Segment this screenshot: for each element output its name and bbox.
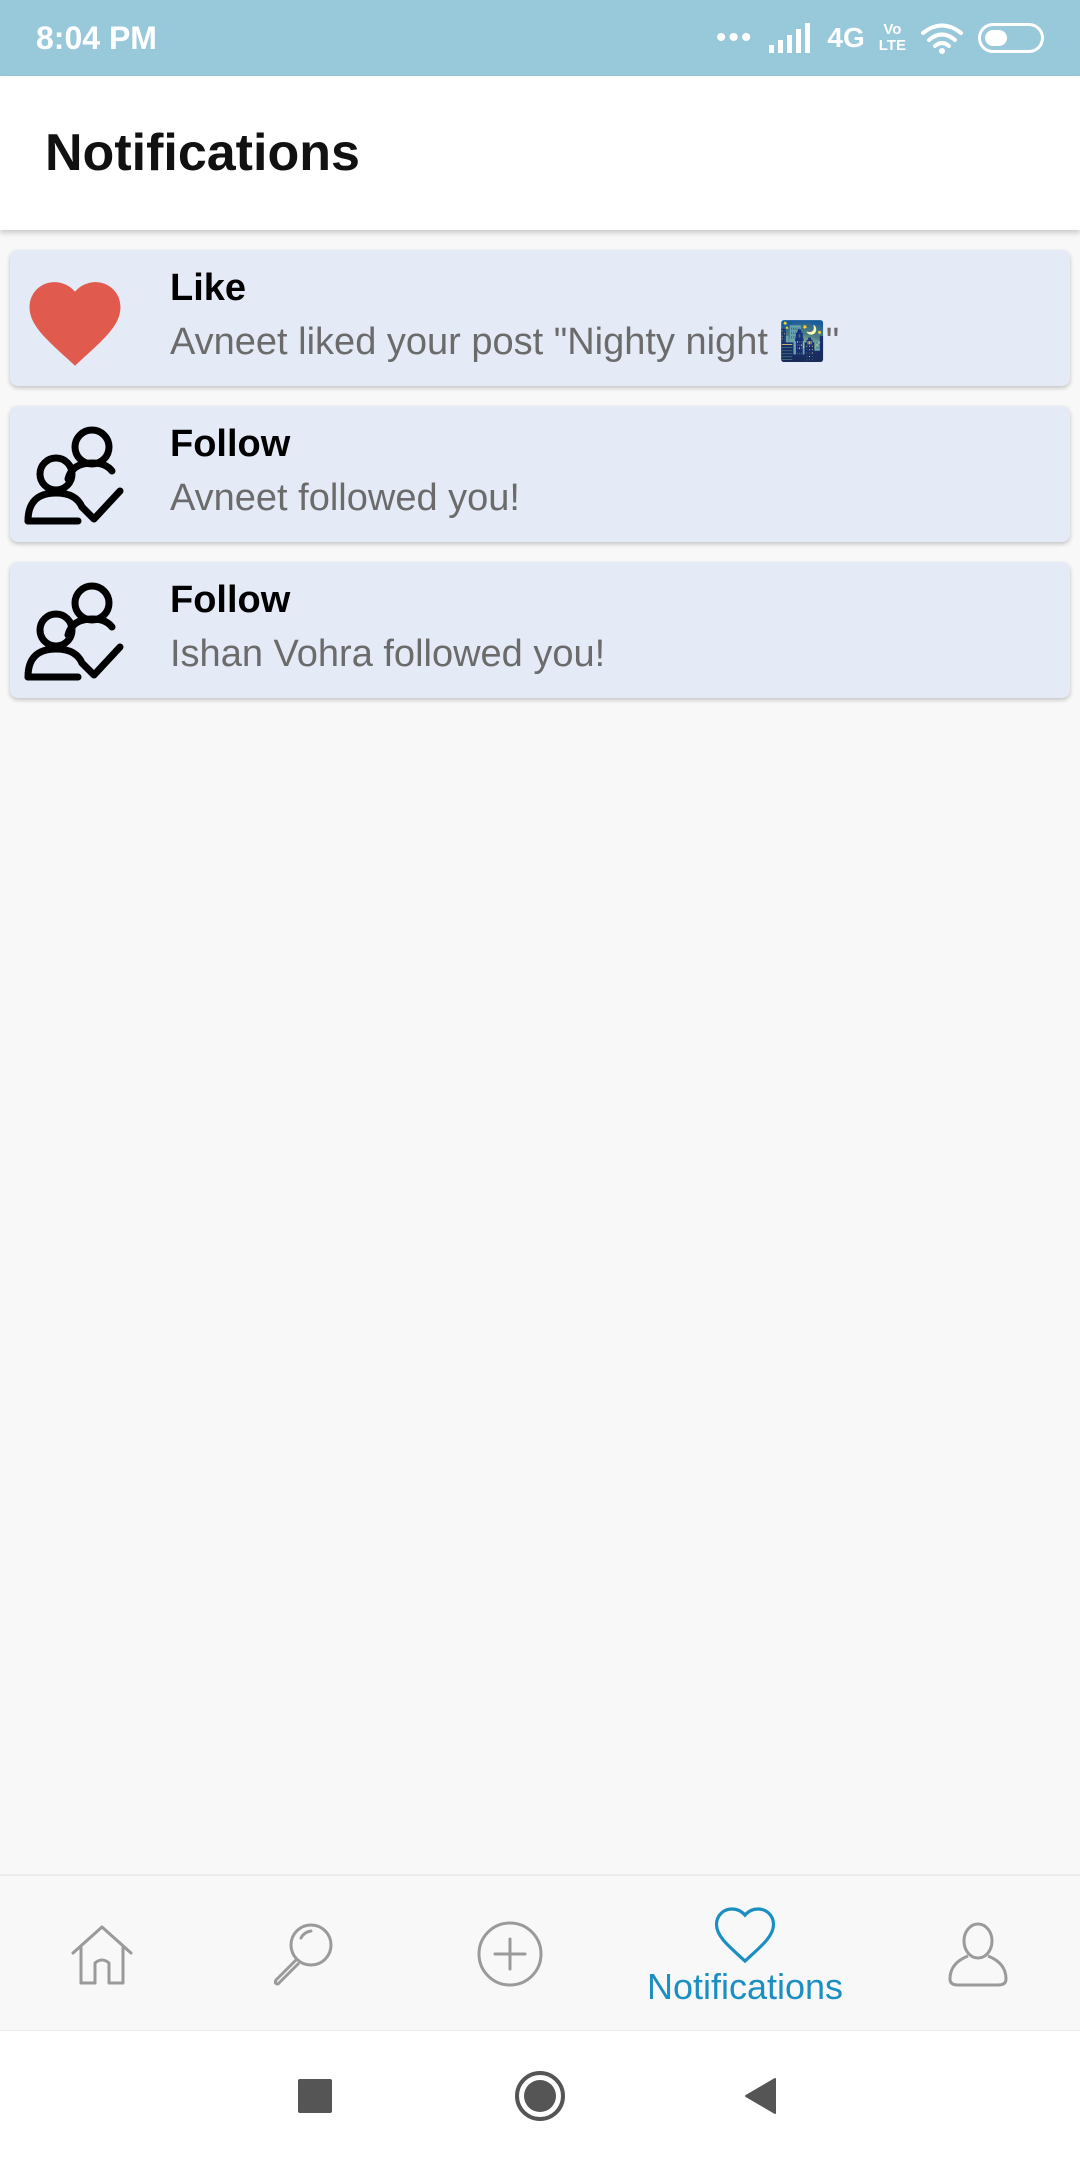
home-icon [71,1925,133,1985]
nav-profile[interactable] [928,1876,1028,2032]
heart-outline-icon [714,1907,776,1964]
nav-home[interactable] [52,1876,152,2032]
notification-list: Like Avneet liked your post "Nighty nigh… [10,250,1070,718]
notification-item-like[interactable]: Like Avneet liked your post "Nighty nigh… [10,250,1070,386]
nav-notifications-label: Notifications [646,1966,844,2007]
wifi-icon [921,23,963,54]
bottom-nav: Notifications [0,1874,1080,2030]
follow-users-icon [10,565,140,695]
notification-text: Like Avneet liked your post "Nighty nigh… [140,264,839,372]
more-dots-icon: ••• [715,21,754,54]
square-icon [298,2079,332,2113]
volte-indicator: Vo LTE [878,21,906,54]
heart-icon [10,253,140,383]
network-type: 4G [827,22,865,53]
profile-icon [948,1922,1008,1987]
notification-body: Ishan Vohra followed you! [170,633,606,675]
add-circle-icon [477,1921,543,1987]
status-bar: 8:04 PM ••• 4G Vo LTE [0,0,1080,76]
page-title: Notifications [45,124,360,182]
nav-add[interactable] [460,1876,560,2032]
nav-search[interactable] [254,1876,354,2032]
notification-title: Follow [170,423,291,465]
signal-icon [769,23,811,53]
status-time: 8:04 PM [36,19,157,56]
follow-users-icon [10,409,140,539]
notification-item-follow[interactable]: Follow Avneet followed you! [10,406,1070,542]
search-icon [273,1923,333,1986]
system-nav-bar [0,2030,1080,2160]
nav-notifications[interactable]: Notifications [620,1876,870,2032]
notification-text: Follow Ishan Vohra followed you! [140,576,605,684]
back-button[interactable] [725,2031,795,2160]
app-header: Notifications [0,76,1080,230]
notification-text: Follow Avneet followed you! [140,420,520,528]
back-triangle-icon [745,2078,776,2114]
notification-title: Follow [170,579,291,621]
notification-item-follow[interactable]: Follow Ishan Vohra followed you! [10,562,1070,698]
battery-icon [978,23,1044,53]
status-icons: ••• 4G Vo LTE [716,22,1044,54]
circle-home-icon [515,2071,565,2121]
notification-body: Avneet liked your post "Nighty night 🌃" [170,321,840,363]
notification-title: Like [170,267,247,309]
notification-body: Avneet followed you! [170,477,520,519]
home-system-button[interactable] [505,2031,575,2160]
recents-button[interactable] [280,2031,350,2160]
